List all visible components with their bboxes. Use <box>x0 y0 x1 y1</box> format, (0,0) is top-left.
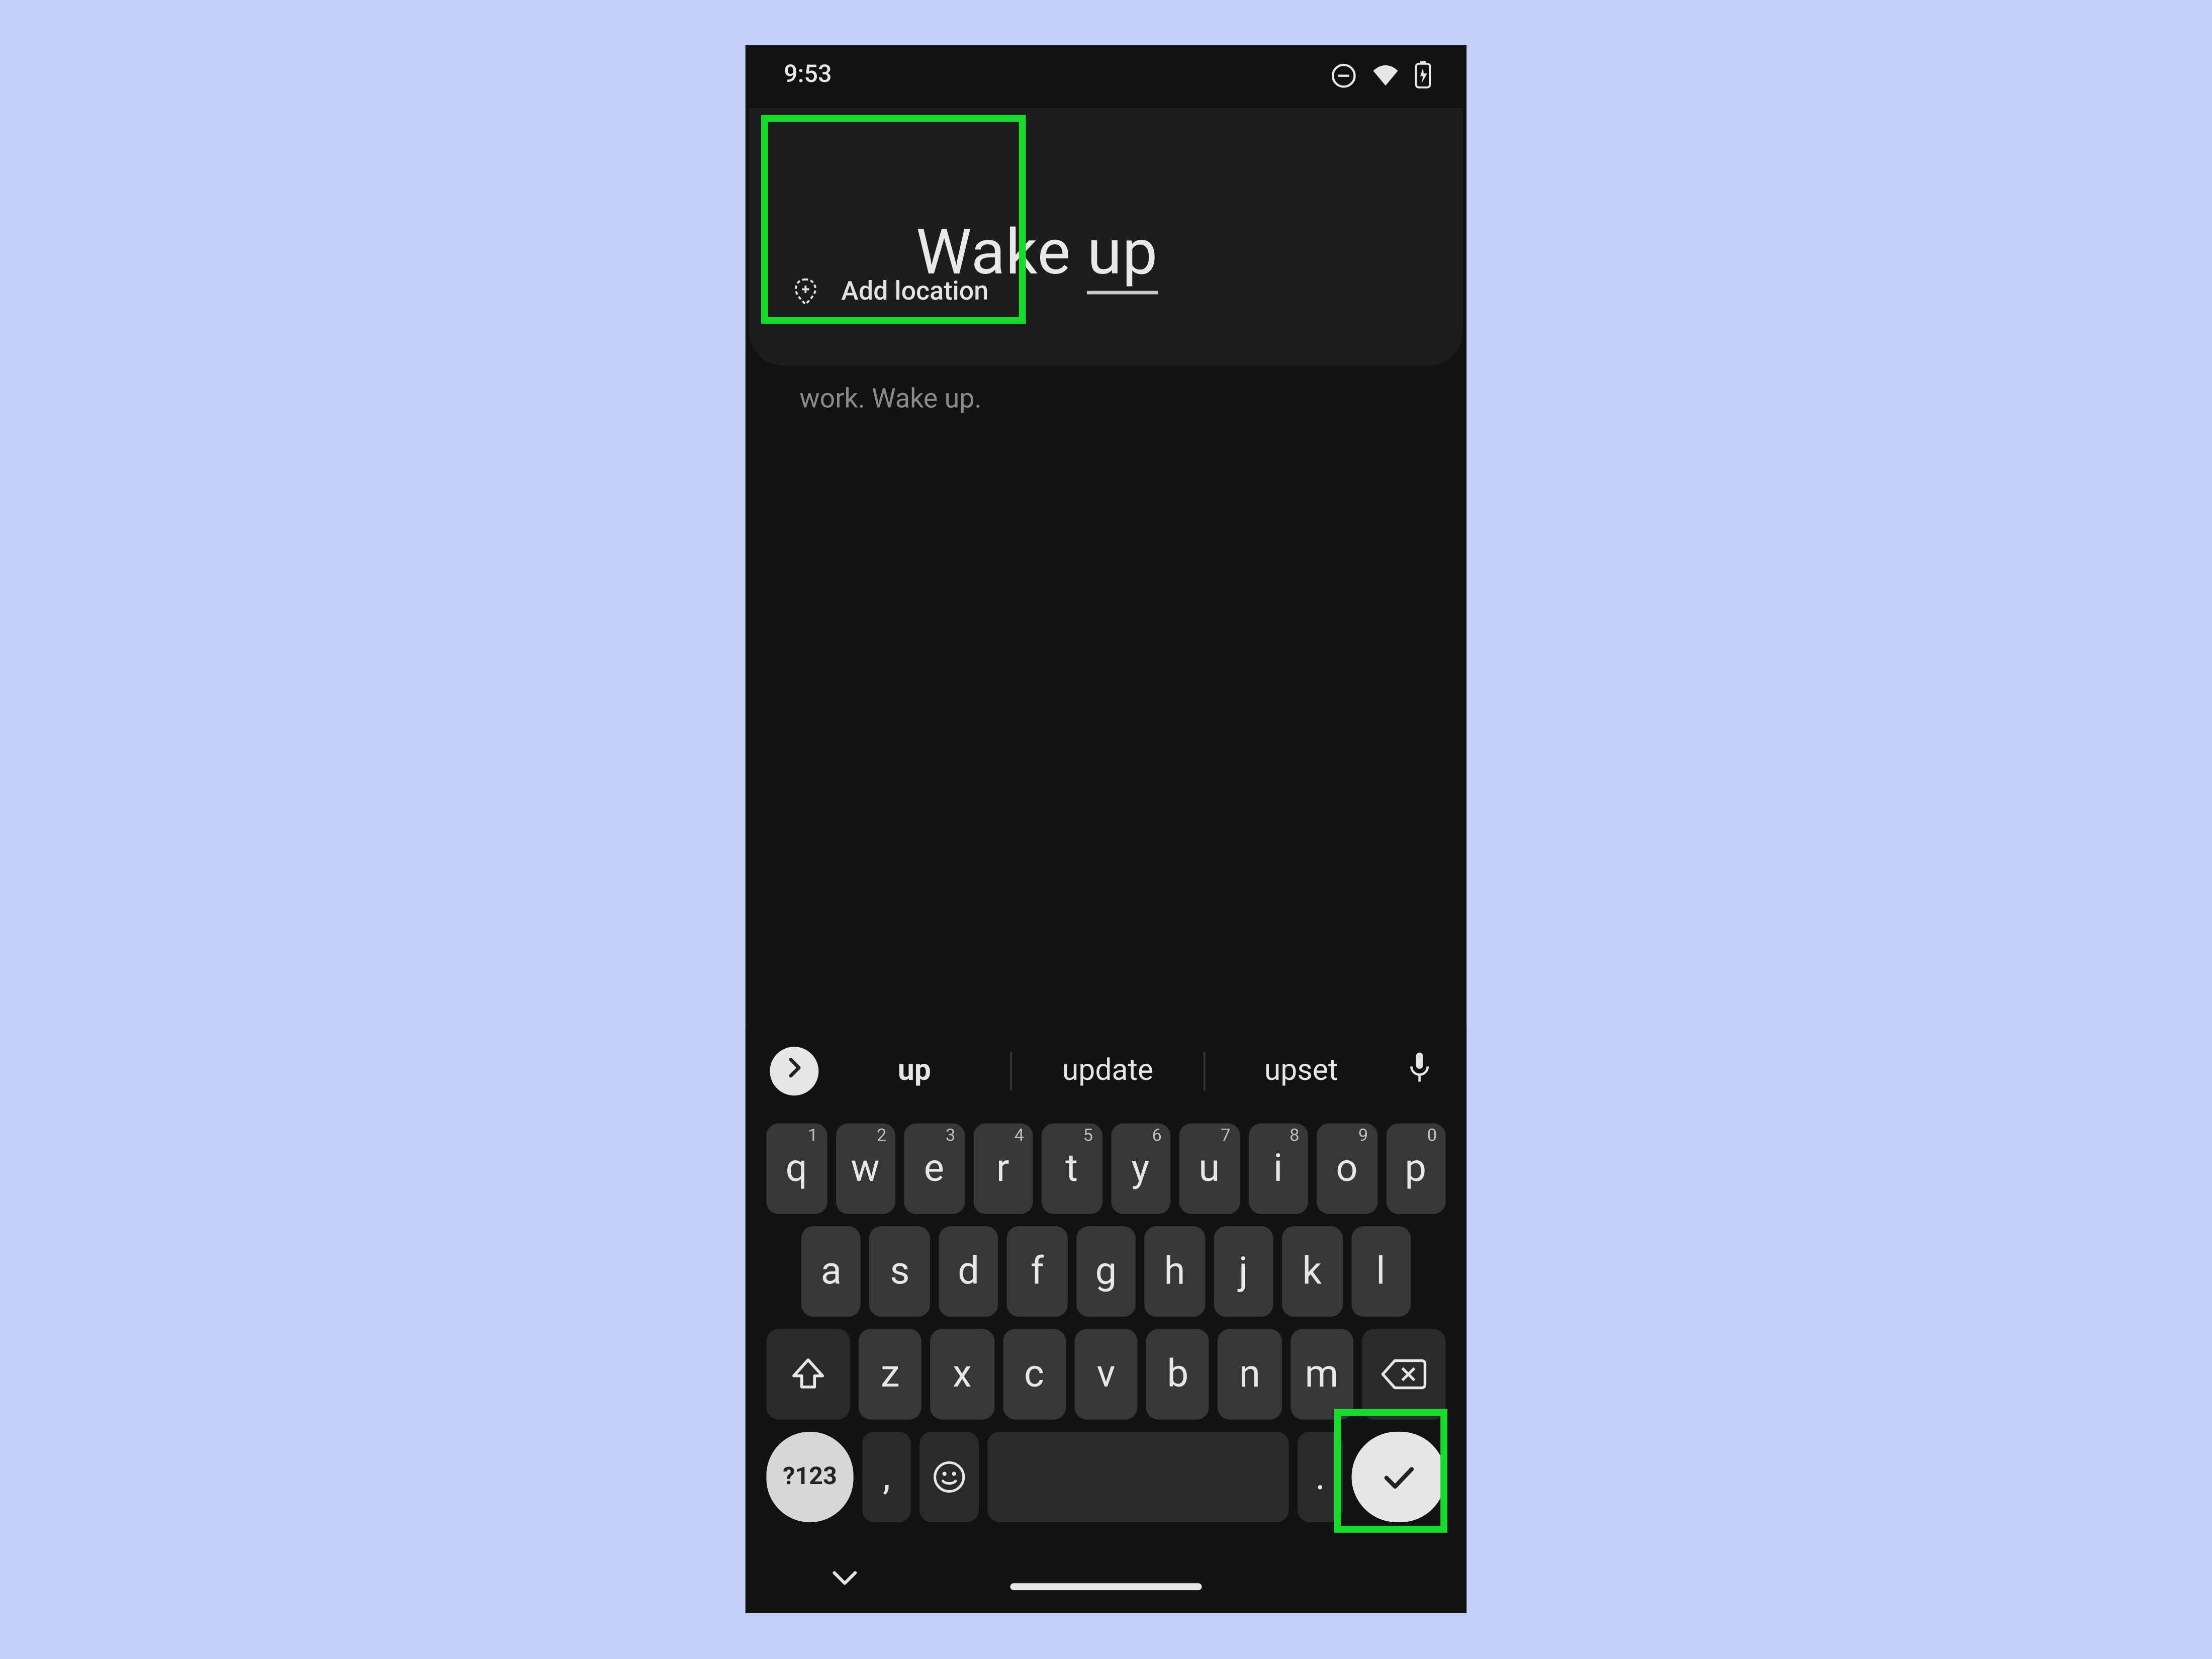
status-time: 9:53 <box>784 61 832 88</box>
key-c[interactable]: c <box>1002 1329 1066 1419</box>
keyboard-row-3: z x c v b n m <box>753 1324 1460 1426</box>
status-icons <box>1331 61 1432 88</box>
chevron-right-icon <box>780 1054 808 1088</box>
key-v[interactable]: v <box>1074 1329 1138 1419</box>
voice-input-button[interactable] <box>1397 1050 1442 1092</box>
key-symbols[interactable]: ?123 <box>766 1432 853 1522</box>
key-w[interactable]: w2 <box>835 1124 895 1214</box>
key-t[interactable]: t5 <box>1042 1124 1102 1214</box>
key-k[interactable]: k <box>1282 1226 1342 1317</box>
key-b[interactable]: b <box>1146 1329 1210 1419</box>
key-d[interactable]: d <box>939 1226 998 1317</box>
emoji-icon <box>930 1458 968 1496</box>
key-emoji[interactable] <box>919 1432 979 1522</box>
navigation-bar <box>746 1560 1466 1613</box>
title-card: Wake up Add location <box>749 108 1463 366</box>
key-f[interactable]: f <box>1007 1226 1067 1317</box>
add-location-label: Add location <box>841 275 988 306</box>
key-space[interactable] <box>987 1432 1288 1522</box>
key-u[interactable]: u7 <box>1179 1124 1240 1214</box>
key-x[interactable]: x <box>931 1329 994 1419</box>
key-m[interactable]: m <box>1290 1329 1353 1419</box>
note-placeholder: work. Wake up. <box>799 383 981 414</box>
phone-frame: 9:53 Wake up Add <box>746 45 1466 1613</box>
key-i[interactable]: i8 <box>1248 1124 1308 1214</box>
home-gesture-pill[interactable] <box>1010 1583 1202 1590</box>
title-input[interactable]: Wake up <box>787 143 1158 367</box>
suggestion-words: up update upset <box>818 1052 1397 1090</box>
chevron-down-icon <box>829 1568 860 1589</box>
keyboard-row-2: a s d f g h j k l <box>753 1221 1460 1324</box>
note-body-input[interactable]: work. Wake up. <box>799 383 1432 414</box>
key-q[interactable]: q1 <box>766 1124 826 1214</box>
keyboard-row-4: ?123 , . <box>753 1426 1460 1529</box>
suggestion-2[interactable]: update <box>1012 1054 1204 1088</box>
suggestion-3[interactable]: upset <box>1205 1054 1397 1088</box>
check-icon <box>1377 1456 1419 1498</box>
keyboard-row-1: q1 w2 e3 r4 t5 y6 u7 i8 o9 p0 <box>753 1118 1460 1221</box>
key-g[interactable]: g <box>1076 1226 1136 1317</box>
key-o[interactable]: o9 <box>1317 1124 1377 1214</box>
key-y[interactable]: y6 <box>1111 1124 1171 1214</box>
title-word-2-underlined: up <box>1087 216 1158 295</box>
battery-icon <box>1414 61 1432 88</box>
key-period[interactable]: . <box>1298 1432 1343 1522</box>
key-h[interactable]: h <box>1145 1226 1205 1317</box>
location-plus-icon <box>791 276 820 306</box>
key-l[interactable]: l <box>1351 1226 1411 1317</box>
key-backspace[interactable] <box>1362 1329 1445 1419</box>
key-r[interactable]: r4 <box>973 1124 1033 1214</box>
add-location-button[interactable]: Add location <box>791 275 988 306</box>
keyboard: q1 w2 e3 r4 t5 y6 u7 i8 o9 p0 a s d f g … <box>746 1115 1466 1613</box>
key-comma[interactable]: , <box>862 1432 911 1522</box>
key-s[interactable]: s <box>870 1226 930 1317</box>
key-z[interactable]: z <box>859 1329 922 1419</box>
suggestion-1[interactable]: up <box>818 1054 1010 1088</box>
key-n[interactable]: n <box>1218 1329 1281 1419</box>
key-j[interactable]: j <box>1214 1226 1273 1317</box>
key-enter[interactable] <box>1352 1432 1446 1522</box>
keyboard-suggestion-strip: up update upset <box>746 1028 1466 1115</box>
hide-keyboard-button[interactable] <box>829 1562 860 1596</box>
shift-icon <box>789 1355 827 1393</box>
microphone-icon <box>1406 1050 1433 1092</box>
key-shift[interactable] <box>766 1329 850 1419</box>
key-e[interactable]: e3 <box>904 1124 964 1214</box>
dnd-icon <box>1331 62 1357 88</box>
key-p[interactable]: p0 <box>1386 1124 1446 1214</box>
key-a[interactable]: a <box>801 1226 861 1317</box>
status-bar: 9:53 <box>746 45 1466 105</box>
backspace-icon <box>1381 1357 1426 1392</box>
wifi-icon <box>1371 62 1401 88</box>
expand-toolbar-button[interactable] <box>770 1047 818 1095</box>
